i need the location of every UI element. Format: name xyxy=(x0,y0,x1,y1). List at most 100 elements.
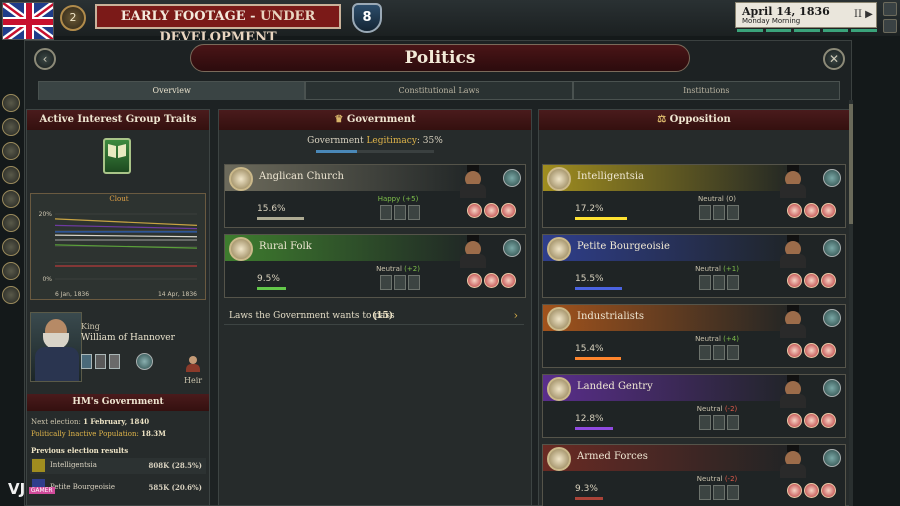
slot-icon[interactable] xyxy=(380,205,392,220)
ideology-globe-icon[interactable] xyxy=(823,379,841,397)
ig-trait-icon[interactable] xyxy=(804,483,819,498)
ig-trait-icon[interactable] xyxy=(804,413,819,428)
slot-icon[interactable] xyxy=(713,205,725,220)
ig-approval[interactable]: Neutral (-2) xyxy=(687,405,747,413)
military-nav-icon[interactable] xyxy=(2,190,20,208)
interest-group-card[interactable]: Industrialists 15.4% Neutral (+4) xyxy=(542,304,846,368)
interest-group-card[interactable]: Rural Folk 9.5% Neutral (+2) xyxy=(224,234,526,298)
ig-trait-icon[interactable] xyxy=(787,483,802,498)
ig-trait-icon[interactable] xyxy=(467,273,482,288)
diplomacy-nav-icon[interactable] xyxy=(2,214,20,232)
tab-constitutional-laws[interactable]: Constitutional Laws xyxy=(305,81,573,100)
ig-trait-icon[interactable] xyxy=(821,273,836,288)
ig-trait-icon[interactable] xyxy=(804,203,819,218)
slot-icon[interactable] xyxy=(380,275,392,290)
technology-nav-icon[interactable] xyxy=(2,262,20,280)
ideology-globe-icon[interactable] xyxy=(503,239,521,257)
ig-leader-portrait[interactable] xyxy=(457,235,489,268)
ig-trait-icon[interactable] xyxy=(821,483,836,498)
population-nav-icon[interactable] xyxy=(2,238,20,256)
ledger-icon[interactable] xyxy=(883,19,897,33)
slot-icon[interactable] xyxy=(727,205,739,220)
ig-leader-portrait[interactable] xyxy=(777,445,809,478)
slot-icon[interactable] xyxy=(699,275,711,290)
slot-icon[interactable] xyxy=(713,345,725,360)
ig-trait-icon[interactable] xyxy=(821,343,836,358)
ig-trait-icon[interactable] xyxy=(821,413,836,428)
ig-trait-icon[interactable] xyxy=(804,273,819,288)
interest-group-card[interactable]: Anglican Church 15.6% Happy (+5) xyxy=(224,164,526,228)
trait-card-icon[interactable] xyxy=(81,354,92,369)
ig-approval[interactable]: Happy (+5) xyxy=(368,195,428,203)
ideology-globe-icon[interactable] xyxy=(823,309,841,327)
ideology-globe-icon[interactable] xyxy=(503,169,521,187)
slot-icon[interactable] xyxy=(699,485,711,500)
ig-leader-portrait[interactable] xyxy=(777,375,809,408)
country-flag[interactable] xyxy=(2,2,54,40)
ig-approval[interactable]: Neutral (+4) xyxy=(687,335,747,343)
politics-nav-icon[interactable] xyxy=(2,94,20,112)
slot-icon[interactable] xyxy=(727,485,739,500)
market-nav-icon[interactable] xyxy=(2,166,20,184)
speed-pip[interactable] xyxy=(765,29,792,32)
slot-icon[interactable] xyxy=(699,205,711,220)
trait-book-icon[interactable] xyxy=(103,138,131,174)
legitimacy-line[interactable]: Government Legitimacy: 35% xyxy=(218,136,532,146)
ig-trait-icon[interactable] xyxy=(501,273,516,288)
game-speed-bar[interactable] xyxy=(737,29,877,32)
tab-overview[interactable]: Overview xyxy=(38,81,306,100)
ig-approval[interactable]: Neutral (+1) xyxy=(687,265,747,273)
slot-icon[interactable] xyxy=(727,345,739,360)
ig-approval[interactable]: Neutral (-2) xyxy=(687,475,747,483)
ig-approval[interactable]: Neutral (0) xyxy=(687,195,747,203)
date-panel[interactable]: April 14, 1836 Monday Morning II ▶ xyxy=(735,2,877,28)
slot-icon[interactable] xyxy=(713,415,725,430)
trait-card-icon[interactable] xyxy=(109,354,120,369)
slot-icon[interactable] xyxy=(394,205,406,220)
slot-icon[interactable] xyxy=(727,275,739,290)
ig-trait-icon[interactable] xyxy=(501,203,516,218)
slot-icon[interactable] xyxy=(713,485,725,500)
ig-trait-icon[interactable] xyxy=(804,343,819,358)
ig-trait-icon[interactable] xyxy=(787,343,802,358)
trait-card-icon[interactable] xyxy=(95,354,106,369)
king-portrait[interactable] xyxy=(30,312,82,382)
interest-group-card[interactable]: Armed Forces 9.3% Neutral (-2) xyxy=(542,444,846,506)
speed-pip[interactable] xyxy=(822,29,849,32)
speed-pip[interactable] xyxy=(737,29,763,32)
speed-pip[interactable] xyxy=(851,29,877,32)
ideology-globe-icon[interactable] xyxy=(823,169,841,187)
scrollbar-thumb[interactable] xyxy=(849,104,853,224)
slot-icon[interactable] xyxy=(699,345,711,360)
ideology-globe-icon[interactable] xyxy=(823,449,841,467)
interest-group-card[interactable]: Intelligentsia 17.2% Neutral (0) xyxy=(542,164,846,228)
ig-trait-icon[interactable] xyxy=(467,203,482,218)
ig-leader-portrait[interactable] xyxy=(777,235,809,268)
scrollbar[interactable] xyxy=(849,100,853,506)
slot-icon[interactable] xyxy=(394,275,406,290)
journal-nav-icon[interactable] xyxy=(2,286,20,304)
ig-trait-icon[interactable] xyxy=(821,203,836,218)
interest-group-card[interactable]: Landed Gentry 12.8% Neutral (-2) xyxy=(542,374,846,438)
heir-portrait-icon[interactable] xyxy=(186,356,200,372)
notification-shield-icon[interactable]: 8 xyxy=(352,3,382,33)
tab-institutions[interactable]: Institutions xyxy=(572,81,840,100)
slot-icon[interactable] xyxy=(699,415,711,430)
ig-trait-icon[interactable] xyxy=(787,413,802,428)
country-rank-badge[interactable]: 2 xyxy=(60,5,86,31)
pause-play-button[interactable]: II ▶ xyxy=(854,9,873,20)
ig-leader-portrait[interactable] xyxy=(457,165,489,198)
ig-trait-icon[interactable] xyxy=(484,273,499,288)
ig-trait-icon[interactable] xyxy=(787,203,802,218)
ig-trait-icon[interactable] xyxy=(484,203,499,218)
laws-to-pass-row[interactable]: Laws the Government wants to pass (15) › xyxy=(224,307,524,325)
slot-icon[interactable] xyxy=(713,275,725,290)
slot-icon[interactable] xyxy=(408,275,420,290)
slot-icon[interactable] xyxy=(727,415,739,430)
ideology-globe-icon[interactable] xyxy=(823,239,841,257)
close-icon[interactable]: ✕ xyxy=(823,48,845,70)
menu-icon[interactable] xyxy=(883,2,897,16)
ig-leader-portrait[interactable] xyxy=(777,305,809,338)
budget-nav-icon[interactable] xyxy=(2,118,20,136)
slot-icon[interactable] xyxy=(408,205,420,220)
